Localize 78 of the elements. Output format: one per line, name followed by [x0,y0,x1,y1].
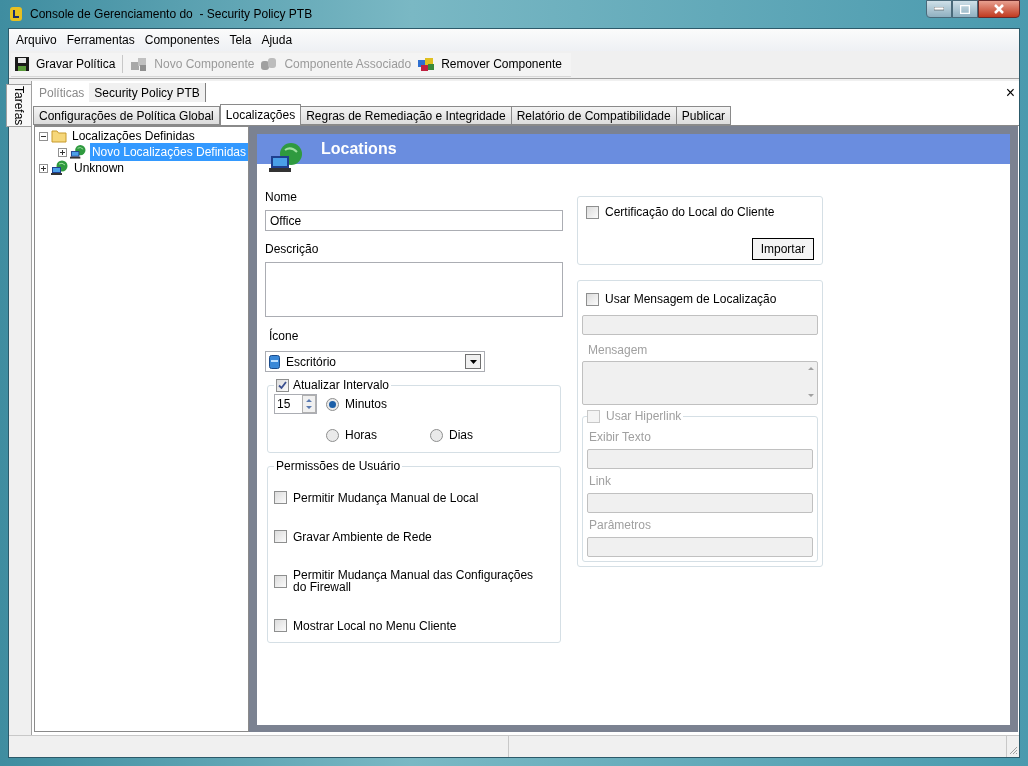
input-field[interactable] [587,537,813,557]
close-button[interactable] [978,0,1020,18]
globe-computer-icon [70,144,87,160]
checkbox[interactable] [586,205,599,219]
maximize-icon [960,4,970,14]
field-label: Ícone [268,327,300,345]
name-field[interactable]: Office [265,210,563,231]
menu-item[interactable]: Ferramentas [61,31,140,49]
checkbox-label: Usar Hiperlink [606,408,682,425]
field-label: Parâmetros [588,517,653,534]
breadcrumb-tab[interactable]: Security Policy PTB [89,83,206,102]
input-field[interactable] [587,493,813,513]
tree-item[interactable]: Localizações Definidas [70,127,197,145]
menu-item[interactable]: Arquivo [11,31,62,49]
field-label: Exibir Texto [588,429,652,446]
server-icon [269,354,280,369]
globe-computer-icon [51,160,69,176]
tab[interactable]: Relatório de Compatibilidade [510,106,677,125]
tree-item[interactable]: Unknown [72,159,127,177]
folder-icon [51,129,67,143]
checkbox-label: Gravar Ambiente de Rede [293,530,433,543]
checkbox-label: Permitir Mudança Manual das Configurações do Firewall [293,569,535,593]
spinner-field[interactable]: 15 [274,394,317,414]
checkbox-label: Usar Mensagem de Localização [605,291,777,308]
minimize-button[interactable] [926,0,952,18]
field-label: Descrição [265,241,320,258]
description-field[interactable] [265,262,563,317]
menu-item[interactable]: Tela [224,31,257,49]
panel-title: Locations [321,139,397,159]
cubes-icon [417,56,436,72]
radio-label: Dias [449,427,473,444]
expander-icon[interactable] [58,147,67,157]
checkbox[interactable] [276,378,289,392]
checkbox[interactable] [274,530,287,543]
expander-icon[interactable] [39,131,48,141]
checkbox[interactable] [274,491,287,504]
tab[interactable]: Localizações [219,104,302,125]
close-icon [993,4,1005,14]
minimize-icon [934,7,944,11]
field-label: Mensagem [587,342,649,359]
radio-button[interactable] [430,428,443,442]
checkbox-label: Atualizar Intervalo [293,377,390,394]
radio-label: Minutos [345,396,388,413]
close-icon[interactable]: × [1005,84,1015,101]
icon-dropdown[interactable]: Escritório [265,351,485,372]
import-button[interactable]: Importar [752,238,814,260]
toolbar-button[interactable]: Gravar Política [11,53,119,75]
spin-arrows-icon[interactable] [302,395,316,413]
tab[interactable]: Regras de Remediação e Integridade [300,106,512,125]
breadcrumb-tab[interactable]: Políticas [34,83,90,102]
checkbox[interactable] [274,619,287,632]
cubes-icon [130,56,149,72]
menu-item[interactable]: Ajuda [256,31,298,49]
tab[interactable]: Publicar [675,106,732,125]
tab[interactable]: Configurações de Política Global [33,106,220,125]
group-title: Permissões de Usuário [275,458,402,475]
checkbox-label: Mostrar Local no Menu Cliente [293,619,458,632]
app-logo-icon [8,6,24,22]
toolbar-button[interactable]: Remover Componente [414,53,565,75]
checkbox-label: Permitir Mudança Manual de Local [293,491,480,504]
message-field[interactable] [582,361,818,405]
input-field[interactable] [582,315,818,335]
checkbox[interactable] [274,574,287,588]
radio-button[interactable] [326,397,339,411]
maximize-button[interactable] [952,0,978,18]
menu-item[interactable]: Componentes [139,31,225,49]
side-tab[interactable]: Tarefas [6,84,32,128]
cylinders-icon [260,56,279,72]
expander-icon[interactable] [39,163,48,173]
field-label: Link [588,473,612,490]
field-label: Nome [265,189,298,206]
window-title: Console de Gerenciamento do - Security Policy PTB [30,6,313,23]
radio-button[interactable] [326,428,339,442]
dropdown-value: Escritório [286,353,337,371]
resize-grip-icon[interactable] [1009,746,1018,755]
radio-label: Horas [345,427,377,444]
checkbox-label: Certificação do Local do Cliente [605,204,775,221]
input-field[interactable] [587,449,813,469]
